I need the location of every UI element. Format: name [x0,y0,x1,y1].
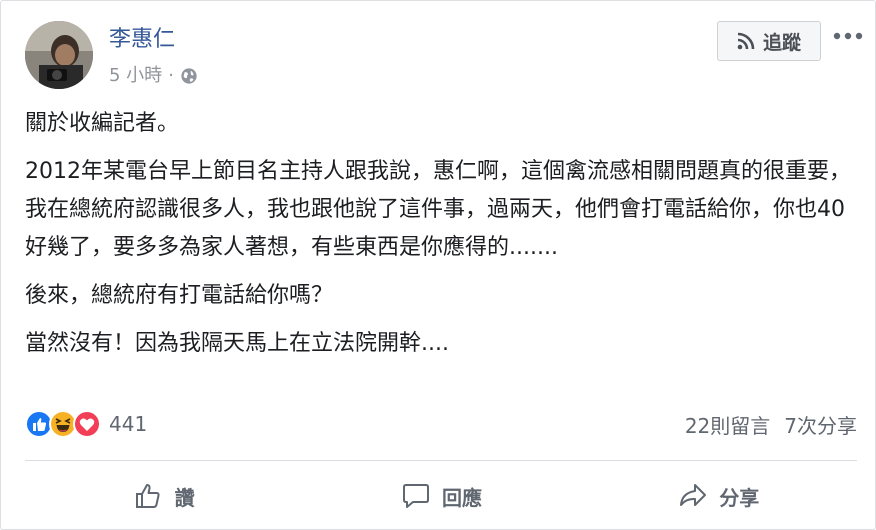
actions-divider [25,460,857,461]
post-body: 關於收編記者。 2012年某電台早上節目名主持人跟我說，惠仁啊，這個禽流感相關問… [25,105,855,373]
post-paragraph-4: 當然沒有！因為我隔天馬上在立法院開幹.... [25,331,449,356]
reaction-count: 441 [109,412,148,436]
action-bar: 讚 回應 分享 [25,471,857,521]
post-time[interactable]: 5 小時 [109,63,162,89]
like-label: 讚 [174,485,195,510]
thumbs-up-icon [135,484,160,508]
rss-icon [737,32,755,50]
love-reaction-icon [73,410,101,438]
follow-label: 追蹤 [762,31,801,54]
more-options-button[interactable] [831,23,865,49]
post-card: 李惠仁 5 小時 · 追蹤 關於收編記者。 2012年某電台早上節目名主持人跟我… [0,0,876,530]
like-button[interactable]: 讚 [25,471,302,521]
globe-icon [181,68,197,84]
engagement-counts: 22則留言 7次分享 [685,407,857,441]
share-button[interactable]: 分享 [580,471,857,521]
reaction-summary[interactable]: 441 [25,407,147,441]
post-paragraph-1: 關於收編記者。 [25,111,180,136]
comment-label: 回應 [441,485,482,510]
meta-separator: · [168,65,174,86]
follow-button[interactable]: 追蹤 [717,21,821,61]
comment-button[interactable]: 回應 [302,471,579,521]
post-paragraph-3: 後來，總統府有打電話給你嗎？ [25,283,334,308]
author-name[interactable]: 李惠仁 [109,25,175,55]
post-paragraph-2: 2012年某電台早上節目名主持人跟我說，惠仁啊，這個禽流感相關問題真的很重要，我… [25,159,851,260]
share-label: 分享 [719,485,760,510]
share-count-link[interactable]: 7次分享 [784,410,857,439]
comment-bubble-icon [402,484,429,508]
share-arrow-icon [680,484,707,506]
comment-count-link[interactable]: 22則留言 [685,410,770,439]
author-avatar[interactable] [25,21,93,89]
post-meta: 5 小時 · [109,63,198,89]
more-dots-icon [833,32,863,40]
